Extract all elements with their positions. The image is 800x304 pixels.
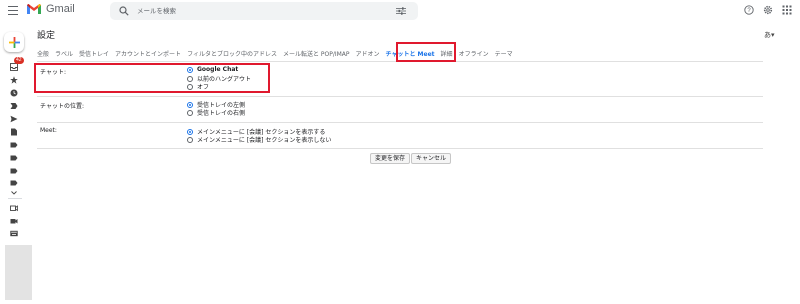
tab-labels[interactable]: ラベル: [55, 49, 73, 58]
radio-unchecked[interactable]: [187, 136, 193, 143]
meet-hide-section[interactable]: メインメニューに [会議] セクションを表示しない: [187, 135, 331, 144]
input-tools-button[interactable]: あ▾: [764, 30, 775, 40]
search-icon[interactable]: [119, 6, 129, 16]
top-bar: Gmail ?: [0, 0, 800, 22]
radio-checked[interactable]: [187, 128, 193, 135]
meet-setting-label: Meet:: [40, 127, 57, 134]
tab-addons[interactable]: アドオン: [356, 49, 380, 58]
label-icon[interactable]: [9, 166, 19, 175]
svg-text:?: ?: [747, 8, 751, 14]
drafts-icon[interactable]: [9, 127, 19, 136]
gmail-logo[interactable]: Gmail: [26, 3, 75, 15]
join-meeting-icon[interactable]: [9, 216, 19, 225]
tab-filters-blocked[interactable]: フィルタとブロック中のアドレス: [187, 49, 277, 58]
important-icon[interactable]: [9, 101, 19, 110]
row-divider: [37, 148, 763, 149]
tab-accounts-import[interactable]: アカウントとインポート: [115, 49, 181, 58]
chat-position-label: チャットの位置:: [40, 103, 84, 110]
row-divider: [37, 122, 763, 123]
rail-empty-area: [5, 245, 32, 300]
tab-offline[interactable]: オフライン: [459, 49, 489, 58]
tab-general[interactable]: 全般: [37, 49, 49, 58]
tab-themes[interactable]: テーマ: [495, 49, 513, 58]
cancel-button[interactable]: キャンセル: [411, 153, 452, 164]
save-changes-button[interactable]: 変更を保存: [370, 153, 411, 164]
settings-gear-icon[interactable]: [763, 5, 773, 15]
search-bar: [110, 2, 418, 20]
keyboard-icon[interactable]: [9, 229, 19, 238]
gmail-m-icon: [27, 4, 41, 14]
help-icon[interactable]: ?: [744, 5, 754, 15]
tab-forwarding-pop-imap[interactable]: メール転送と POP/IMAP: [283, 49, 350, 58]
sent-icon[interactable]: [9, 114, 19, 123]
radio-checked[interactable]: [187, 101, 193, 108]
main-menu-icon[interactable]: [8, 6, 18, 15]
radio-unchecked[interactable]: [187, 109, 193, 116]
app-name: Gmail: [46, 3, 75, 15]
search-options-icon[interactable]: [396, 7, 406, 15]
page-title: 設定: [37, 31, 56, 41]
compose-plus-icon: [8, 36, 20, 48]
more-chevron-down-icon[interactable]: [9, 188, 19, 197]
rail-divider: [8, 198, 22, 199]
apps-grid-icon[interactable]: [782, 5, 792, 15]
option-label: メインメニューに [会議] セクションを表示しない: [197, 137, 332, 144]
new-meeting-icon[interactable]: [9, 203, 19, 212]
row-divider: [37, 96, 763, 97]
search-input[interactable]: [137, 5, 367, 17]
inbox-unread-badge: 42: [14, 57, 24, 64]
label-icon[interactable]: [9, 140, 19, 149]
label-icon[interactable]: [9, 178, 19, 187]
compose-button[interactable]: [4, 32, 24, 52]
highlight-box-chat-setting: [34, 63, 270, 93]
snoozed-icon[interactable]: [9, 88, 19, 97]
tab-inbox[interactable]: 受信トレイ: [79, 49, 109, 58]
highlight-box-chat-meet-tab: [396, 42, 456, 62]
starred-icon[interactable]: [9, 75, 19, 84]
option-label: 受信トレイの右側: [197, 110, 246, 117]
chat-position-right[interactable]: 受信トレイの右側: [187, 108, 245, 117]
label-icon[interactable]: [9, 153, 19, 162]
